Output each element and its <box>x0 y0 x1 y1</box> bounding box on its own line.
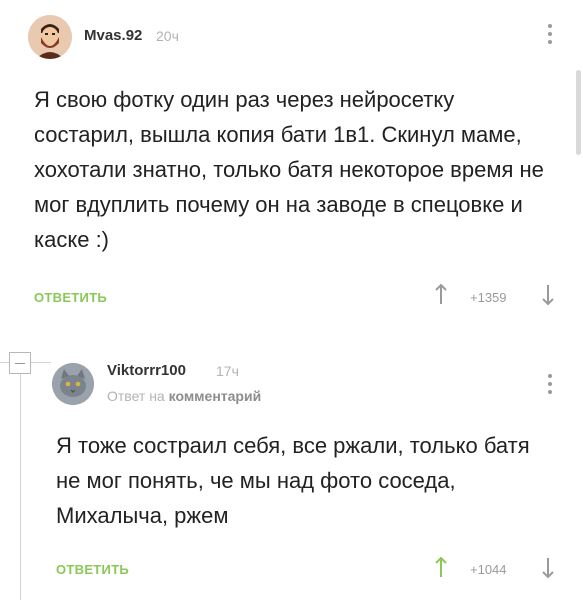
collapse-thread-icon[interactable] <box>9 352 31 374</box>
rating-count: +1044 <box>470 562 507 577</box>
comment-text: Я свою фотку один раз через нейросетку с… <box>34 87 544 252</box>
downvote-arrow-icon[interactable] <box>541 284 555 306</box>
reply-button[interactable]: ОТВЕТИТЬ <box>56 562 129 577</box>
thread-line <box>0 362 9 363</box>
reply-to-link[interactable]: комментарий <box>169 388 262 404</box>
scrollbar[interactable] <box>576 70 581 155</box>
thread-line <box>31 362 51 363</box>
username[interactable]: Viktorrr100 <box>107 362 186 379</box>
comment-text: Я тоже состраил себя, все ржали, только … <box>56 433 530 528</box>
timestamp: 17ч <box>216 363 239 379</box>
reply-to-label: Ответ на комментарий <box>107 388 261 404</box>
kebab-menu-icon[interactable] <box>545 374 555 400</box>
username[interactable]: Mvas.92 <box>84 27 142 44</box>
avatar[interactable] <box>52 363 94 405</box>
avatar[interactable] <box>28 15 72 59</box>
upvote-arrow-icon[interactable] <box>434 283 448 305</box>
downvote-arrow-icon[interactable] <box>541 557 555 579</box>
avatar-bearded-man-icon <box>28 15 72 59</box>
reply-button[interactable]: ОТВЕТИТЬ <box>34 290 107 305</box>
kebab-menu-icon[interactable] <box>545 24 555 50</box>
timestamp: 20ч <box>156 28 179 44</box>
thread-line[interactable] <box>20 374 21 600</box>
rating-count: +1359 <box>470 290 507 305</box>
reply-to-prefix: Ответ на <box>107 388 165 404</box>
avatar-cat-icon <box>52 363 94 405</box>
upvote-arrow-icon[interactable] <box>434 556 448 578</box>
